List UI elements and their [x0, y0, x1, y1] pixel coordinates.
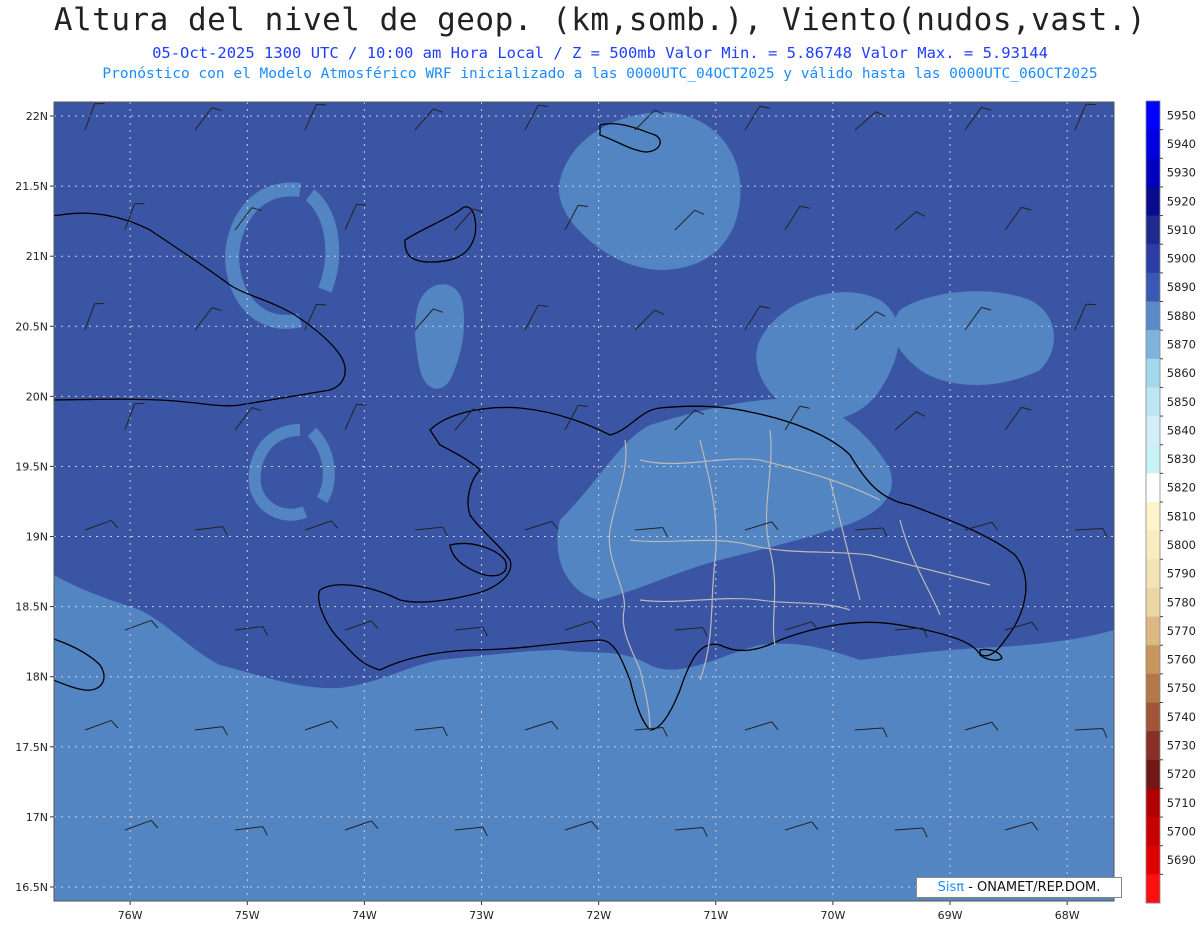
lon-tick-label: 68W: [1055, 909, 1080, 922]
colorbar-swatch: [1146, 788, 1160, 818]
colorbar-swatch: [1146, 473, 1160, 503]
colorbar-label: 5930: [1167, 166, 1196, 180]
colorbar-label: 5740: [1167, 710, 1196, 724]
lat-tick-label: 18.5N: [15, 601, 48, 614]
credit-brand: Sisπ: [937, 880, 965, 895]
lon-tick-label: 69W: [938, 909, 963, 922]
credit-box: Sisπ - ONAMET/REP.DOM.: [916, 877, 1122, 898]
colorbar-swatch: [1146, 702, 1160, 732]
colorbar-swatch: [1146, 559, 1160, 589]
colorbar-swatch: [1146, 444, 1160, 474]
lat-tick-label: 21.5N: [15, 180, 48, 193]
lat-tick-label: 19N: [26, 531, 48, 544]
colorbar-label: 5940: [1167, 137, 1196, 151]
colorbar-swatch: [1146, 215, 1160, 245]
map-plot-area: [54, 102, 1114, 901]
wind-barb-flag: [356, 403, 367, 406]
colorbar-label: 5910: [1167, 223, 1196, 237]
colorbar-label: 5750: [1167, 681, 1196, 695]
colorbar-label: 5770: [1167, 624, 1196, 638]
colorbar-label: 5760: [1167, 653, 1196, 667]
colorbar-swatch: [1146, 759, 1160, 789]
lon-tick-label: 75W: [235, 909, 260, 922]
colorbar-label: 5710: [1167, 796, 1196, 810]
lat-tick-label: 20N: [26, 390, 48, 403]
colorbar-swatch: [1146, 158, 1160, 188]
lon-tick-label: 73W: [469, 909, 494, 922]
colorbar-label: 5950: [1167, 108, 1196, 122]
colorbar-label: 5690: [1167, 853, 1196, 867]
forecast-map: 22N 21.5N 21N 20.5N 20N 19.5N 19N 18.5N 18N 17.5N…: [15, 100, 1196, 922]
lon-tick-label: 76W: [118, 909, 143, 922]
lat-tick-label: 18N: [26, 671, 48, 684]
colorbar-label: 5800: [1167, 538, 1196, 552]
colorbar-label: 5890: [1167, 280, 1196, 294]
colorbar-label: 5830: [1167, 452, 1196, 466]
lon-tick-label: 74W: [352, 909, 377, 922]
colorbar-swatch: [1146, 587, 1160, 617]
colorbar-swatch: [1146, 616, 1160, 646]
colorbar-swatch: [1146, 673, 1160, 703]
colorbar-swatch: [1146, 502, 1160, 532]
colorbar-swatch: [1146, 129, 1160, 159]
colorbar-label: 5920: [1167, 194, 1196, 208]
colorbar-label: 5880: [1167, 309, 1196, 323]
colorbar-label: 5730: [1167, 738, 1196, 752]
lon-tick-label: 70W: [820, 909, 845, 922]
colorbar-swatch: [1146, 530, 1160, 560]
lat-tick-label: 20.5N: [15, 320, 48, 333]
colorbar-label: 5700: [1167, 824, 1196, 838]
colorbar-swatch: [1146, 330, 1160, 360]
colorbar-label: 5860: [1167, 366, 1196, 380]
colorbar-swatch: [1146, 845, 1160, 875]
lat-tick-label: 17N: [26, 811, 48, 824]
wind-barb-flag: [316, 303, 327, 306]
colorbar-swatch: [1146, 358, 1160, 388]
lon-tick-label: 71W: [703, 909, 728, 922]
colorbar-swatch: [1146, 731, 1160, 761]
colorbar: 5950 5940 5930 5920 5910 5900 5890 5880 5870 5860…: [1145, 100, 1196, 904]
colorbar-label: 5870: [1167, 337, 1196, 351]
colorbar-label: 5720: [1167, 767, 1196, 781]
lat-tick-label: 16.5N: [15, 881, 48, 894]
colorbar-label: 5850: [1167, 395, 1196, 409]
colorbar-label: 5900: [1167, 252, 1196, 266]
colorbar-label: 5820: [1167, 481, 1196, 495]
colorbar-swatch: [1146, 416, 1160, 446]
lat-tick-label: 17.5N: [15, 741, 48, 754]
wind-barb-flag: [316, 103, 327, 106]
colorbar-swatch: [1146, 387, 1160, 417]
colorbar-label: 5840: [1167, 423, 1196, 437]
colorbar-swatch: [1146, 817, 1160, 847]
colorbar-swatch: [1146, 272, 1160, 302]
colorbar-label: 5810: [1167, 509, 1196, 523]
wind-barb-flag: [356, 203, 367, 206]
colorbar-swatch: [1146, 301, 1160, 331]
latitude-axis-labels: 22N 21.5N 21N 20.5N 20N 19.5N 19N 18.5N 18N 17.5N…: [15, 110, 54, 894]
credit-text: - ONAMET/REP.DOM.: [964, 880, 1101, 895]
lon-tick-label: 72W: [586, 909, 611, 922]
lat-tick-label: 22N: [26, 110, 48, 123]
longitude-axis-labels: 76W 75W 74W 73W 72W 71W 70W 69W 68W: [118, 901, 1080, 922]
colorbar-swatch: [1146, 186, 1160, 216]
lat-tick-label: 19.5N: [15, 460, 48, 473]
colorbar-swatch: [1146, 101, 1160, 131]
colorbar-swatch: [1146, 874, 1160, 904]
colorbar-swatch: [1146, 645, 1160, 675]
colorbar-swatch: [1146, 244, 1160, 274]
lat-tick-label: 21N: [26, 250, 48, 263]
colorbar-label: 5780: [1167, 595, 1196, 609]
colorbar-label: 5790: [1167, 567, 1196, 581]
